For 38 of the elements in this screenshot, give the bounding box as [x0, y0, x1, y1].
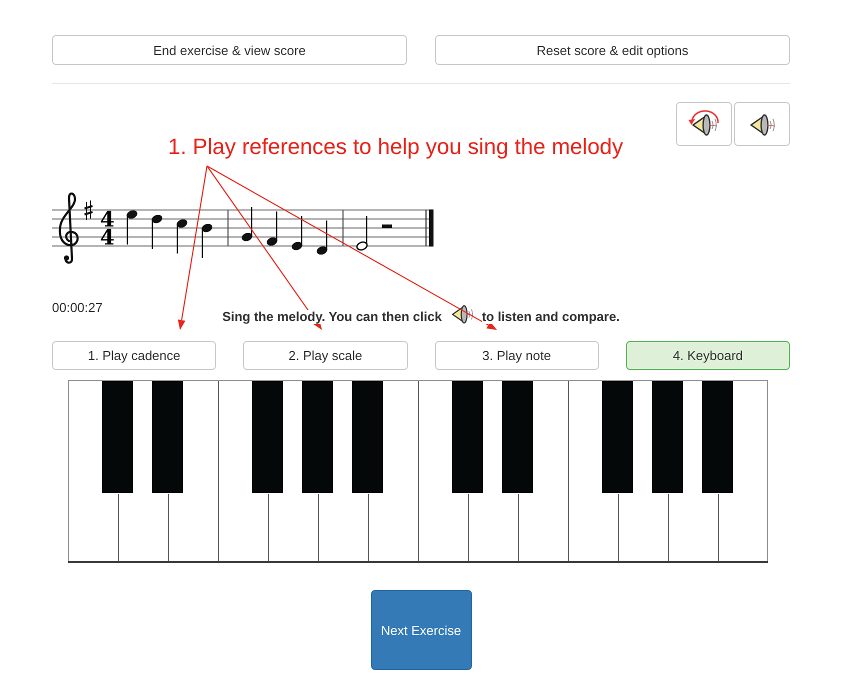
sharp-key[interactable] [502, 381, 533, 493]
half-rest-icon [382, 224, 392, 228]
quarter-note-icon [266, 212, 278, 246]
keyboard-button[interactable]: 4. Keyboard [626, 341, 790, 370]
quarter-note-icon [176, 219, 188, 254]
sharp-key[interactable] [152, 381, 183, 493]
quarter-note-icon [126, 210, 138, 244]
timer: 00:00:27 [52, 299, 103, 317]
reset-score-button[interactable]: Reset score & edit options [435, 35, 790, 65]
sharp-key[interactable] [252, 381, 283, 493]
play-cadence-button[interactable]: 1. Play cadence [52, 341, 216, 370]
natural-key[interactable] [718, 494, 768, 561]
sharp-icon [84, 200, 93, 220]
quarter-note-icon [152, 214, 162, 249]
quarter-note-icon [202, 224, 212, 258]
next-exercise-button[interactable]: Next Exercise [370, 590, 472, 670]
barline [342, 210, 344, 246]
quarter-note-icon [242, 207, 252, 242]
instruction-text: to listen and compare. [482, 310, 620, 324]
play-button[interactable] [734, 102, 790, 146]
final-barline [425, 210, 434, 246]
instruction-text: Sing the melody. You can then click [222, 310, 442, 324]
sharp-key[interactable] [602, 381, 633, 493]
play-note-button[interactable]: 3. Play note [434, 341, 599, 370]
sharp-key[interactable] [452, 381, 483, 493]
annotation-text: 1. Play references to help you sing the melody [168, 134, 624, 159]
play-scale-button[interactable]: 2. Play scale [243, 341, 408, 370]
replay-button[interactable] [676, 102, 732, 146]
sharp-key[interactable] [352, 381, 383, 493]
barline [227, 210, 229, 246]
quarter-note-icon [292, 216, 302, 250]
sharp-key[interactable] [302, 381, 333, 493]
half-note-icon [356, 216, 368, 251]
sharp-key[interactable] [102, 381, 133, 493]
quarter-note-icon [316, 220, 328, 255]
treble-clef-icon [58, 192, 79, 264]
end-exercise-button[interactable]: End exercise & view score [52, 35, 407, 65]
sharp-key[interactable] [652, 381, 683, 493]
